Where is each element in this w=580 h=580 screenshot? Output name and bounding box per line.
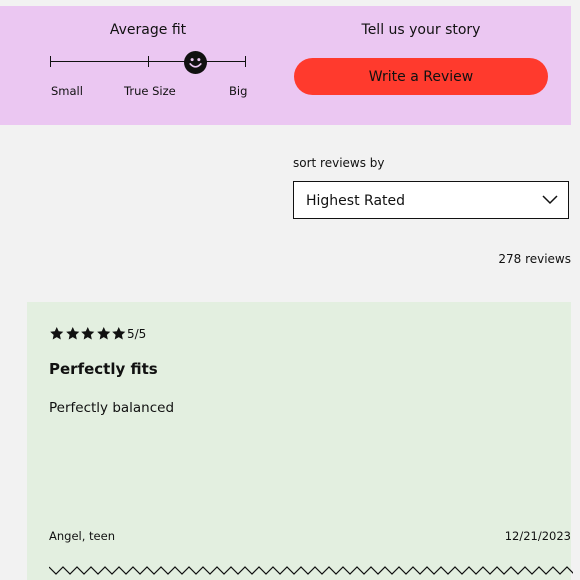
review-count: 278 reviews [498, 252, 571, 266]
review-title: Perfectly fits [49, 360, 158, 378]
star-rating [49, 326, 127, 341]
review-body: Perfectly balanced [49, 400, 175, 416]
fit-label-small: Small [51, 84, 83, 98]
fit-scale [50, 50, 248, 74]
star-icon [96, 326, 110, 340]
zigzag-divider [49, 566, 573, 575]
fit-label-big: Big [229, 84, 248, 98]
rating-text: 5/5 [127, 327, 147, 341]
star-icon [112, 326, 126, 340]
chevron-down-icon [542, 195, 558, 205]
review-card: 5/5 Perfectly fits Perfectly balanced An… [27, 302, 573, 580]
smiley-icon [183, 51, 207, 74]
sort-label: sort reviews by [293, 156, 385, 170]
review-author: Angel, teen [49, 529, 115, 543]
fit-label-true-size: True Size [124, 84, 176, 98]
sort-selected-value: Highest Rated [306, 193, 406, 209]
review-date: 12/21/2023 [504, 529, 571, 543]
write-review-button[interactable]: Write a Review [294, 58, 548, 95]
fit-tick-big [245, 56, 246, 67]
story-title: Tell us your story [361, 22, 481, 38]
fit-tick-true-size [148, 56, 149, 67]
average-fit-title: Average fit [109, 22, 187, 38]
fit-panel: Average fit Small True Size Big Tell us … [0, 6, 571, 125]
star-icon [81, 326, 95, 340]
star-icon [65, 326, 79, 340]
star-icon [50, 326, 64, 340]
sort-select[interactable]: Highest Rated [293, 181, 569, 219]
fit-tick-small [50, 56, 51, 67]
